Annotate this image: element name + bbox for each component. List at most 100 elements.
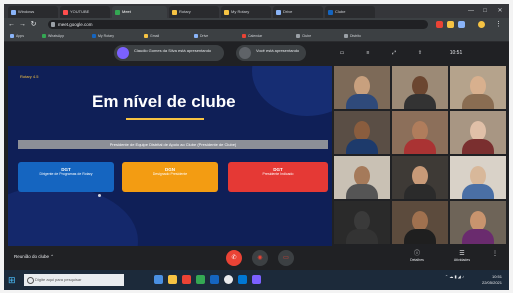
browser-tab[interactable]: YOUTUBE bbox=[60, 6, 110, 18]
participant-video bbox=[404, 229, 436, 244]
tab-favicon-icon bbox=[11, 10, 16, 15]
app-icon[interactable] bbox=[252, 275, 261, 284]
chrome-icon[interactable] bbox=[224, 275, 233, 284]
bookmark-item[interactable]: Gmail bbox=[144, 32, 159, 40]
profile-avatar[interactable] bbox=[478, 21, 485, 28]
minimize-icon[interactable]: — bbox=[466, 6, 476, 16]
tab-favicon-icon bbox=[115, 10, 120, 15]
activities-icon: ☰ bbox=[459, 251, 465, 257]
participant-video bbox=[354, 76, 370, 96]
bookmark-item[interactable]: Apps bbox=[10, 32, 24, 40]
share-icon[interactable]: ⇧ bbox=[412, 48, 428, 59]
tab-favicon-icon bbox=[328, 10, 333, 15]
participant-tile[interactable] bbox=[450, 201, 506, 244]
lock-icon bbox=[51, 22, 55, 27]
reload-icon[interactable]: ↻ bbox=[29, 20, 38, 29]
microphone-button[interactable]: ◉ bbox=[252, 250, 268, 266]
bookmark-item[interactable]: Distrito bbox=[344, 32, 361, 40]
participant-tile[interactable] bbox=[392, 111, 448, 154]
tab-favicon-icon bbox=[63, 10, 68, 15]
bookmark-item[interactable]: WhatsApp bbox=[42, 32, 64, 40]
layout-icon[interactable]: ▭ bbox=[334, 48, 350, 59]
presenter-avatar bbox=[117, 47, 129, 59]
bookmarks-bar: Apps WhatsApp My Rotary Gmail Drive Cale… bbox=[4, 31, 509, 42]
slide-box-2: DGN Designado Presidente bbox=[122, 162, 218, 192]
participant-video bbox=[354, 166, 370, 186]
app-icon[interactable] bbox=[210, 275, 219, 284]
participant-video bbox=[412, 121, 428, 141]
details-button[interactable]: ⓘ Detalhes bbox=[402, 250, 432, 262]
meet-top-bar: Claudio Gomes da Silva está apresentando… bbox=[4, 42, 509, 66]
participant-tile[interactable] bbox=[392, 201, 448, 244]
slide-box-1: DGT Dirigente de Programas de Rotary bbox=[18, 162, 114, 192]
end-call-button[interactable]: ✆ bbox=[226, 250, 242, 266]
participant-video bbox=[412, 211, 428, 231]
participant-video bbox=[470, 211, 486, 231]
maximize-icon[interactable]: □ bbox=[480, 6, 490, 16]
browser-tab[interactable]: Rotary bbox=[169, 6, 219, 18]
browser-tab[interactable]: My Rotary bbox=[221, 6, 271, 18]
extension-icon[interactable] bbox=[458, 21, 465, 28]
participant-video bbox=[462, 184, 494, 199]
bookmark-item[interactable]: My Rotary bbox=[92, 32, 114, 40]
participant-tile[interactable] bbox=[450, 66, 506, 109]
participant-video bbox=[354, 121, 370, 141]
participant-tile[interactable] bbox=[450, 111, 506, 154]
participant-tile[interactable] bbox=[334, 111, 390, 154]
more-options-button[interactable]: ⋮ bbox=[490, 250, 500, 258]
more-icon: ⋮ bbox=[492, 251, 498, 257]
forward-icon[interactable]: → bbox=[18, 20, 27, 29]
fullscreen-icon[interactable]: ⤢ bbox=[386, 48, 402, 59]
meeting-name[interactable]: Reunião do clube ⌃ bbox=[14, 254, 54, 260]
participant-tile[interactable] bbox=[450, 156, 506, 199]
windows-taskbar: ⊞ Digite aqui para pesquisar ⌃ ☁ ▮ ◢ ♪ 1… bbox=[4, 270, 509, 290]
title-underline bbox=[126, 118, 204, 120]
extension-icon[interactable] bbox=[447, 21, 454, 28]
bookmark-item[interactable]: Calendar bbox=[242, 32, 262, 40]
participant-video bbox=[462, 94, 494, 109]
participant-video bbox=[346, 139, 378, 154]
extension-icon[interactable] bbox=[436, 21, 443, 28]
bookmark-icon bbox=[296, 34, 300, 38]
participant-video bbox=[346, 229, 378, 244]
browser-tab-active[interactable]: Meet bbox=[112, 6, 167, 18]
taskbar-clock[interactable]: 10:51 22/05/2021 bbox=[466, 274, 502, 286]
participant-tile[interactable] bbox=[392, 66, 448, 109]
slide-decoration bbox=[252, 66, 332, 116]
url-field[interactable]: meet.google.com bbox=[48, 20, 428, 29]
close-icon[interactable]: ✕ bbox=[495, 6, 505, 16]
browser-menu-icon[interactable]: ⋮ bbox=[494, 20, 503, 29]
participant-tile[interactable] bbox=[334, 156, 390, 199]
camera-button[interactable]: ▭ bbox=[278, 250, 294, 266]
explorer-icon[interactable] bbox=[168, 275, 177, 284]
activities-button[interactable]: ☰ Atividades bbox=[442, 250, 482, 262]
browser-tab[interactable]: Windows bbox=[8, 6, 58, 18]
presenting-indicator[interactable]: Você está apresentando bbox=[236, 45, 306, 61]
bookmark-icon bbox=[42, 34, 46, 38]
browser-tab[interactable]: Clube bbox=[325, 6, 375, 18]
bookmark-icon bbox=[194, 34, 198, 38]
app-icon[interactable] bbox=[196, 275, 205, 284]
bookmark-item[interactable]: Drive bbox=[194, 32, 208, 40]
participant-tile[interactable] bbox=[392, 156, 448, 199]
taskbar-search[interactable]: Digite aqui para pesquisar bbox=[24, 274, 124, 286]
presenter-indicator[interactable]: Claudio Gomes da Silva está apresentando bbox=[114, 45, 224, 61]
screen: Windows YOUTUBE Meet Rotary My Rotary Dr… bbox=[4, 4, 509, 290]
slide-title: Em nível de clube bbox=[92, 92, 236, 111]
participant-tile[interactable] bbox=[334, 66, 390, 109]
menu-icon[interactable]: ≡ bbox=[360, 48, 376, 59]
participant-tile[interactable] bbox=[334, 201, 390, 244]
bookmark-item[interactable]: Clube bbox=[296, 32, 311, 40]
bookmark-icon bbox=[242, 34, 246, 38]
participant-video bbox=[462, 229, 494, 244]
system-tray-icons[interactable]: ⌃ ☁ ▮ ◢ ♪ bbox=[424, 274, 464, 280]
app-icon[interactable] bbox=[182, 275, 191, 284]
browser-tab[interactable]: Drive bbox=[273, 6, 323, 18]
back-icon[interactable]: ← bbox=[7, 20, 16, 29]
participant-video bbox=[346, 94, 378, 109]
slide-banner: Presidente de Equipe Distrital de Apoio … bbox=[18, 140, 328, 149]
app-icon[interactable] bbox=[238, 275, 247, 284]
windows-start-icon[interactable]: ⊞ bbox=[8, 275, 18, 285]
taskview-icon[interactable] bbox=[154, 275, 163, 284]
slide-dot bbox=[98, 194, 101, 197]
